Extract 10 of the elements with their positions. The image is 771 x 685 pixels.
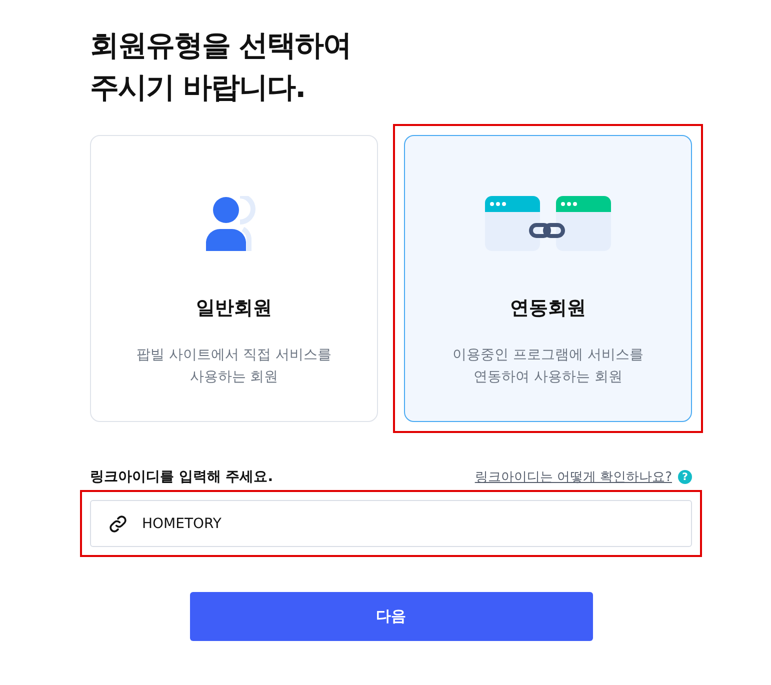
next-button[interactable]: 다음	[190, 592, 592, 641]
help-icon: ?	[678, 470, 692, 484]
member-type-card[interactable]: 연동회원 이용중인 프로그램에 서비스를 연동하여 사용하는 회원	[404, 135, 692, 422]
field-label: 링크아이디를 입력해 주세요.	[90, 468, 274, 486]
page-heading: 회원유형을 선택하여 주시기 바랍니다.	[90, 27, 352, 106]
linked-windows-icon	[485, 196, 611, 252]
link-icon	[108, 514, 128, 534]
member-type-card[interactable]: 일반회원 팝빌 사이트에서 직접 서비스를 사용하는 회원	[90, 135, 378, 422]
link-id-field[interactable]: HOMETORY	[90, 500, 692, 547]
help-link[interactable]: 링크아이디는 어떻게 확인하나요?	[474, 468, 672, 486]
